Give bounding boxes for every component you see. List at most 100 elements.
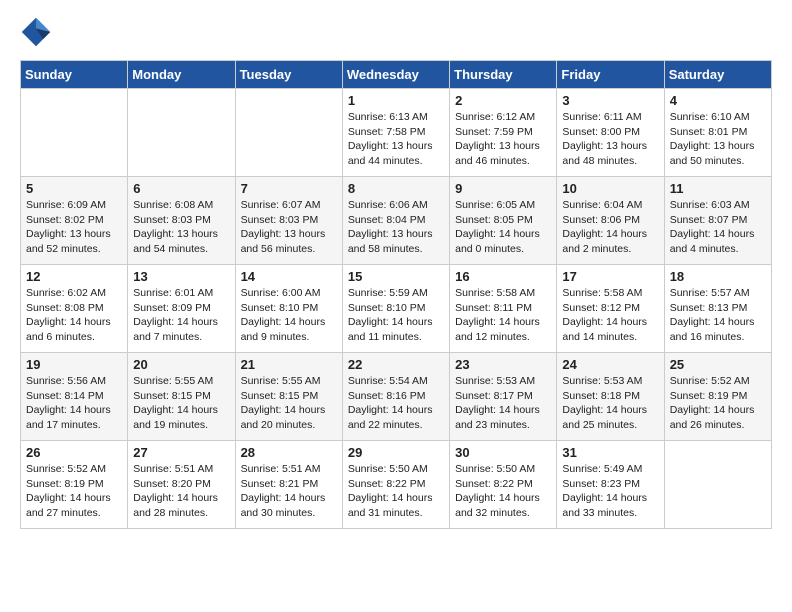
calendar-cell: 5 Sunrise: 6:09 AM Sunset: 8:02 PM Daylig… bbox=[21, 177, 128, 265]
day-info: Sunrise: 6:02 AM Sunset: 8:08 PM Dayligh… bbox=[26, 286, 122, 345]
day-info: Sunrise: 5:55 AM Sunset: 8:15 PM Dayligh… bbox=[241, 374, 337, 433]
day-number: 25 bbox=[670, 357, 766, 372]
calendar-cell: 23 Sunrise: 5:53 AM Sunset: 8:17 PM Dayli… bbox=[450, 353, 557, 441]
day-info: Sunrise: 6:10 AM Sunset: 8:01 PM Dayligh… bbox=[670, 110, 766, 169]
day-number: 16 bbox=[455, 269, 551, 284]
day-number: 22 bbox=[348, 357, 444, 372]
day-info: Sunrise: 5:53 AM Sunset: 8:18 PM Dayligh… bbox=[562, 374, 658, 433]
calendar-cell: 16 Sunrise: 5:58 AM Sunset: 8:11 PM Dayli… bbox=[450, 265, 557, 353]
header bbox=[20, 16, 772, 48]
day-number: 1 bbox=[348, 93, 444, 108]
calendar-week-4: 19 Sunrise: 5:56 AM Sunset: 8:14 PM Dayli… bbox=[21, 353, 772, 441]
weekday-header-wednesday: Wednesday bbox=[342, 61, 449, 89]
day-number: 14 bbox=[241, 269, 337, 284]
calendar-cell: 15Sunrise: 5:59 AM Sunset: 8:10 PM Dayli… bbox=[342, 265, 449, 353]
day-info: Sunrise: 6:01 AM Sunset: 8:09 PM Dayligh… bbox=[133, 286, 229, 345]
day-number: 29 bbox=[348, 445, 444, 460]
calendar-cell: 9 Sunrise: 6:05 AM Sunset: 8:05 PM Daylig… bbox=[450, 177, 557, 265]
calendar-cell: 31Sunrise: 5:49 AM Sunset: 8:23 PM Dayli… bbox=[557, 441, 664, 529]
day-info: Sunrise: 6:05 AM Sunset: 8:05 PM Dayligh… bbox=[455, 198, 551, 257]
weekday-header-tuesday: Tuesday bbox=[235, 61, 342, 89]
calendar-cell: 28 Sunrise: 5:51 AM Sunset: 8:21 PM Dayli… bbox=[235, 441, 342, 529]
calendar-cell: 8Sunrise: 6:06 AM Sunset: 8:04 PM Daylig… bbox=[342, 177, 449, 265]
calendar-cell: 26 Sunrise: 5:52 AM Sunset: 8:19 PM Dayli… bbox=[21, 441, 128, 529]
day-info: Sunrise: 6:07 AM Sunset: 8:03 PM Dayligh… bbox=[241, 198, 337, 257]
day-info: Sunrise: 6:11 AM Sunset: 8:00 PM Dayligh… bbox=[562, 110, 658, 169]
calendar-cell bbox=[128, 89, 235, 177]
day-number: 10 bbox=[562, 181, 658, 196]
calendar-cell: 27Sunrise: 5:51 AM Sunset: 8:20 PM Dayli… bbox=[128, 441, 235, 529]
calendar-week-1: 1 Sunrise: 6:13 AM Sunset: 7:58 PM Daylig… bbox=[21, 89, 772, 177]
day-number: 15 bbox=[348, 269, 444, 284]
day-info: Sunrise: 5:52 AM Sunset: 8:19 PM Dayligh… bbox=[670, 374, 766, 433]
calendar-cell bbox=[235, 89, 342, 177]
calendar-cell: 17 Sunrise: 5:58 AM Sunset: 8:12 PM Dayli… bbox=[557, 265, 664, 353]
day-number: 28 bbox=[241, 445, 337, 460]
calendar-cell: 3 Sunrise: 6:11 AM Sunset: 8:00 PM Daylig… bbox=[557, 89, 664, 177]
day-info: Sunrise: 5:50 AM Sunset: 8:22 PM Dayligh… bbox=[455, 462, 551, 521]
calendar-cell: 30Sunrise: 5:50 AM Sunset: 8:22 PM Dayli… bbox=[450, 441, 557, 529]
calendar-cell bbox=[21, 89, 128, 177]
day-number: 13 bbox=[133, 269, 229, 284]
day-info: Sunrise: 5:56 AM Sunset: 8:14 PM Dayligh… bbox=[26, 374, 122, 433]
day-number: 17 bbox=[562, 269, 658, 284]
day-info: Sunrise: 5:51 AM Sunset: 8:21 PM Dayligh… bbox=[241, 462, 337, 521]
calendar-cell: 20 Sunrise: 5:55 AM Sunset: 8:15 PM Dayli… bbox=[128, 353, 235, 441]
calendar-cell: 14 Sunrise: 6:00 AM Sunset: 8:10 PM Dayli… bbox=[235, 265, 342, 353]
calendar-cell: 21 Sunrise: 5:55 AM Sunset: 8:15 PM Dayli… bbox=[235, 353, 342, 441]
weekday-header-thursday: Thursday bbox=[450, 61, 557, 89]
day-number: 4 bbox=[670, 93, 766, 108]
day-number: 11 bbox=[670, 181, 766, 196]
day-number: 2 bbox=[455, 93, 551, 108]
calendar-week-2: 5 Sunrise: 6:09 AM Sunset: 8:02 PM Daylig… bbox=[21, 177, 772, 265]
weekday-header-sunday: Sunday bbox=[21, 61, 128, 89]
calendar-cell: 6Sunrise: 6:08 AM Sunset: 8:03 PM Daylig… bbox=[128, 177, 235, 265]
calendar-week-5: 26 Sunrise: 5:52 AM Sunset: 8:19 PM Dayli… bbox=[21, 441, 772, 529]
calendar-cell: 22 Sunrise: 5:54 AM Sunset: 8:16 PM Dayli… bbox=[342, 353, 449, 441]
day-number: 27 bbox=[133, 445, 229, 460]
day-info: Sunrise: 6:13 AM Sunset: 7:58 PM Dayligh… bbox=[348, 110, 444, 169]
day-number: 26 bbox=[26, 445, 122, 460]
day-info: Sunrise: 5:52 AM Sunset: 8:19 PM Dayligh… bbox=[26, 462, 122, 521]
calendar-week-3: 12Sunrise: 6:02 AM Sunset: 8:08 PM Dayli… bbox=[21, 265, 772, 353]
day-number: 5 bbox=[26, 181, 122, 196]
day-info: Sunrise: 6:12 AM Sunset: 7:59 PM Dayligh… bbox=[455, 110, 551, 169]
logo-icon bbox=[20, 16, 52, 48]
day-info: Sunrise: 6:09 AM Sunset: 8:02 PM Dayligh… bbox=[26, 198, 122, 257]
calendar-cell: 19 Sunrise: 5:56 AM Sunset: 8:14 PM Dayli… bbox=[21, 353, 128, 441]
day-number: 21 bbox=[241, 357, 337, 372]
calendar-cell: 11Sunrise: 6:03 AM Sunset: 8:07 PM Dayli… bbox=[664, 177, 771, 265]
day-info: Sunrise: 6:04 AM Sunset: 8:06 PM Dayligh… bbox=[562, 198, 658, 257]
weekday-header-saturday: Saturday bbox=[664, 61, 771, 89]
day-info: Sunrise: 5:50 AM Sunset: 8:22 PM Dayligh… bbox=[348, 462, 444, 521]
logo bbox=[20, 16, 58, 48]
calendar-cell: 4 Sunrise: 6:10 AM Sunset: 8:01 PM Daylig… bbox=[664, 89, 771, 177]
day-number: 23 bbox=[455, 357, 551, 372]
calendar-cell: 12Sunrise: 6:02 AM Sunset: 8:08 PM Dayli… bbox=[21, 265, 128, 353]
calendar-cell: 7 Sunrise: 6:07 AM Sunset: 8:03 PM Daylig… bbox=[235, 177, 342, 265]
day-number: 18 bbox=[670, 269, 766, 284]
day-info: Sunrise: 5:55 AM Sunset: 8:15 PM Dayligh… bbox=[133, 374, 229, 433]
weekday-header-friday: Friday bbox=[557, 61, 664, 89]
day-info: Sunrise: 6:08 AM Sunset: 8:03 PM Dayligh… bbox=[133, 198, 229, 257]
day-info: Sunrise: 5:58 AM Sunset: 8:12 PM Dayligh… bbox=[562, 286, 658, 345]
day-info: Sunrise: 5:53 AM Sunset: 8:17 PM Dayligh… bbox=[455, 374, 551, 433]
day-number: 3 bbox=[562, 93, 658, 108]
day-number: 20 bbox=[133, 357, 229, 372]
calendar-cell: 29 Sunrise: 5:50 AM Sunset: 8:22 PM Dayli… bbox=[342, 441, 449, 529]
calendar-cell: 18Sunrise: 5:57 AM Sunset: 8:13 PM Dayli… bbox=[664, 265, 771, 353]
day-number: 9 bbox=[455, 181, 551, 196]
day-info: Sunrise: 5:49 AM Sunset: 8:23 PM Dayligh… bbox=[562, 462, 658, 521]
calendar-header: SundayMondayTuesdayWednesdayThursdayFrid… bbox=[21, 61, 772, 89]
calendar-cell: 10 Sunrise: 6:04 AM Sunset: 8:06 PM Dayli… bbox=[557, 177, 664, 265]
calendar-cell: 25 Sunrise: 5:52 AM Sunset: 8:19 PM Dayli… bbox=[664, 353, 771, 441]
weekday-header-monday: Monday bbox=[128, 61, 235, 89]
day-info: Sunrise: 5:58 AM Sunset: 8:11 PM Dayligh… bbox=[455, 286, 551, 345]
day-info: Sunrise: 5:54 AM Sunset: 8:16 PM Dayligh… bbox=[348, 374, 444, 433]
day-number: 19 bbox=[26, 357, 122, 372]
day-info: Sunrise: 6:00 AM Sunset: 8:10 PM Dayligh… bbox=[241, 286, 337, 345]
day-number: 24 bbox=[562, 357, 658, 372]
calendar-cell: 1 Sunrise: 6:13 AM Sunset: 7:58 PM Daylig… bbox=[342, 89, 449, 177]
calendar-cell: 13 Sunrise: 6:01 AM Sunset: 8:09 PM Dayli… bbox=[128, 265, 235, 353]
day-number: 7 bbox=[241, 181, 337, 196]
